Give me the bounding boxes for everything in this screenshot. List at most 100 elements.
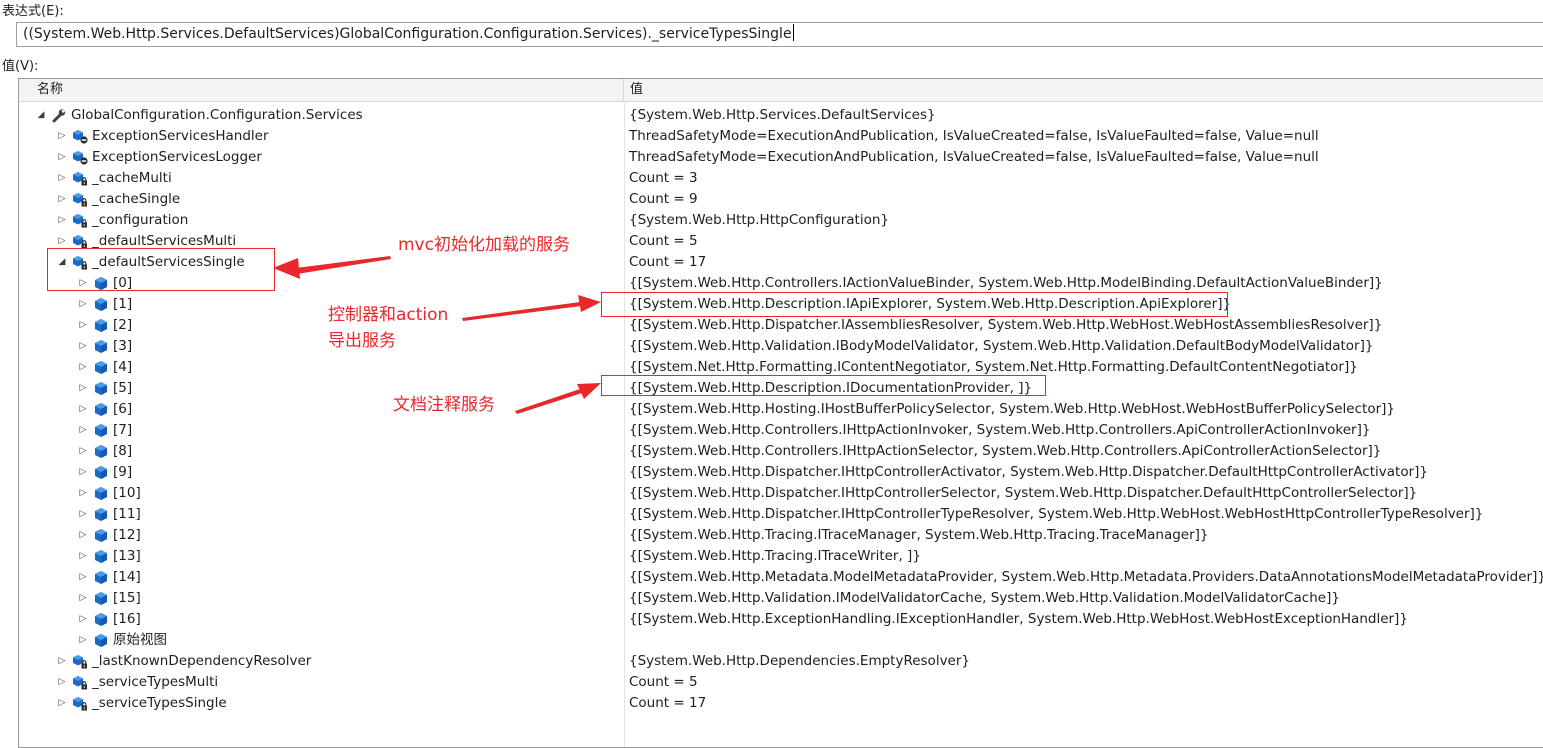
private-lock-field-icon	[72, 171, 88, 186]
tree-row[interactable]: ▷ ExceptionServicesHandler ThreadSafetyMod…	[19, 126, 1543, 147]
row-value: {[System.Web.Http.Validation.IModelValid…	[629, 590, 1340, 606]
object-icon	[93, 486, 109, 501]
expand-triangle-icon[interactable]: ▷	[77, 336, 89, 357]
annotation-box-api-explorer	[601, 292, 1228, 317]
collapse-triangle-icon[interactable]: ◢	[35, 105, 47, 126]
private-field-icon	[72, 150, 88, 165]
expand-triangle-icon[interactable]: ▷	[77, 609, 89, 630]
text-caret	[792, 24, 794, 41]
private-lock-field-icon	[72, 654, 88, 669]
private-lock-field-icon	[72, 696, 88, 711]
expand-triangle-icon[interactable]: ▷	[56, 168, 68, 189]
expand-triangle-icon[interactable]: ▷	[77, 378, 89, 399]
annotation-mvc-init: mvc初始化加载的服务	[398, 235, 570, 255]
expand-triangle-icon[interactable]: ▷	[56, 189, 68, 210]
row-name: _cacheMulti	[92, 170, 172, 186]
tree-row[interactable]: ▷ [16] {[System.Web.Http.ExceptionHandling…	[19, 609, 1543, 630]
row-name: [8]	[113, 443, 133, 459]
expand-triangle-icon[interactable]: ▷	[77, 588, 89, 609]
tree-row[interactable]: ▷ _configuration {System.Web.Http.HttpConf…	[19, 210, 1543, 231]
column-header-value[interactable]: 值	[624, 79, 1543, 101]
object-icon	[93, 465, 109, 480]
tree-row[interactable]: ▷ [14] {[System.Web.Http.Metadata.ModelMet…	[19, 567, 1543, 588]
expand-triangle-icon[interactable]: ▷	[56, 672, 68, 693]
expand-triangle-icon[interactable]: ▷	[77, 462, 89, 483]
row-name: _serviceTypesMulti	[92, 674, 219, 690]
object-icon	[93, 381, 109, 396]
annotation-box-default-services-single	[47, 248, 275, 291]
object-icon	[93, 297, 109, 312]
expand-triangle-icon[interactable]: ▷	[56, 693, 68, 714]
row-value: Count = 9	[629, 191, 698, 207]
row-name: [14]	[113, 569, 141, 585]
row-value: ThreadSafetyMode=ExecutionAndPublication…	[629, 128, 1319, 144]
tree-row[interactable]: ▷ [15] {[System.Web.Http.Validation.IModel…	[19, 588, 1543, 609]
expression-label: 表达式(E):	[2, 4, 64, 19]
expand-triangle-icon[interactable]: ▷	[56, 147, 68, 168]
row-value: Count = 17	[629, 695, 707, 711]
expand-triangle-icon[interactable]: ▷	[77, 525, 89, 546]
tree-row[interactable]: ▷ [7] {[System.Web.Http.Controllers.IHttpA…	[19, 420, 1543, 441]
row-value: ThreadSafetyMode=ExecutionAndPublication…	[629, 149, 1319, 165]
tree-row[interactable]: ▷ [6] {[System.Web.Http.Hosting.IHostBuffe…	[19, 399, 1543, 420]
annotation-box-documentation-provider	[601, 375, 1046, 396]
tree-row[interactable]: ▷ [8] {[System.Web.Http.Controllers.IHttpA…	[19, 441, 1543, 462]
expression-input[interactable]: ((System.Web.Http.Services.DefaultServic…	[16, 22, 1543, 47]
watch-grid[interactable]: 名称 值 ◢ GlobalConfiguration.Configuration.…	[18, 78, 1543, 748]
tree-row[interactable]: ▷ _cacheSingle Count = 9	[19, 189, 1543, 210]
expand-triangle-icon[interactable]: ▷	[77, 357, 89, 378]
expand-triangle-icon[interactable]: ▷	[77, 294, 89, 315]
expand-triangle-icon[interactable]: ▷	[77, 399, 89, 420]
row-value: {[System.Web.Http.Controllers.IActionVal…	[629, 275, 1383, 291]
expand-triangle-icon[interactable]: ▷	[77, 567, 89, 588]
tree-row[interactable]: ▷ 原始视图	[19, 630, 1543, 651]
row-value: {System.Web.Http.HttpConfiguration}	[629, 212, 889, 228]
row-value: {System.Web.Http.Services.DefaultService…	[629, 107, 936, 123]
object-icon	[93, 633, 109, 648]
tree-row[interactable]: ▷ [13] {[System.Web.Http.Tracing.ITraceWri…	[19, 546, 1543, 567]
expand-triangle-icon[interactable]: ▷	[56, 651, 68, 672]
tree-row[interactable]: ▷ [2] {[System.Web.Http.Dispatcher.IAssemb…	[19, 315, 1543, 336]
expand-triangle-icon[interactable]: ▷	[77, 630, 89, 651]
tree-row[interactable]: ◢ GlobalConfiguration.Configuration.Servi…	[19, 105, 1543, 126]
expand-triangle-icon[interactable]: ▷	[77, 315, 89, 336]
tree-row[interactable]: ▷ _serviceTypesSingle Count = 17	[19, 693, 1543, 714]
expand-triangle-icon[interactable]: ▷	[56, 210, 68, 231]
row-value: {System.Web.Http.Dependencies.EmptyResol…	[629, 653, 971, 669]
row-name: _configuration	[92, 212, 189, 228]
tree-row[interactable]: ▷ [9] {[System.Web.Http.Dispatcher.IHttpCo…	[19, 462, 1543, 483]
row-value: Count = 17	[629, 254, 707, 270]
row-name: GlobalConfiguration.Configuration.Servic…	[71, 107, 363, 123]
row-name: [15]	[113, 590, 141, 606]
annotation-doc-service: 文档注释服务	[393, 395, 495, 415]
object-icon	[93, 360, 109, 375]
private-lock-field-icon	[72, 213, 88, 228]
object-icon	[93, 507, 109, 522]
expand-triangle-icon[interactable]: ▷	[56, 126, 68, 147]
row-name: [3]	[113, 338, 133, 354]
expand-triangle-icon[interactable]: ▷	[77, 441, 89, 462]
row-value: {[System.Web.Http.Dispatcher.IAssemblies…	[629, 317, 1383, 333]
column-header-name[interactable]: 名称	[31, 79, 624, 101]
tree-row[interactable]: ▷ ExceptionServicesLogger ThreadSafetyMode…	[19, 147, 1543, 168]
row-value: {[System.Web.Http.Controllers.IHttpActio…	[629, 443, 1382, 459]
expand-triangle-icon[interactable]: ▷	[77, 504, 89, 525]
row-value: Count = 5	[629, 674, 698, 690]
expand-triangle-icon[interactable]: ▷	[77, 420, 89, 441]
tree-row[interactable]: ▷ [10] {[System.Web.Http.Dispatcher.IHttpC…	[19, 483, 1543, 504]
row-name: [10]	[113, 485, 141, 501]
expand-triangle-icon[interactable]: ▷	[77, 546, 89, 567]
tree-row[interactable]: ▷ _serviceTypesMulti Count = 5	[19, 672, 1543, 693]
object-icon	[93, 444, 109, 459]
value-label: 值(V):	[2, 59, 39, 74]
expand-triangle-icon[interactable]: ▷	[77, 483, 89, 504]
annotation-controller-line2: 导出服务	[328, 331, 396, 351]
tree-row[interactable]: ▷ _lastKnownDependencyResolver {System.Web…	[19, 651, 1543, 672]
row-name: [12]	[113, 527, 141, 543]
row-value: Count = 5	[629, 233, 698, 249]
row-name: [4]	[113, 359, 133, 375]
tree-row[interactable]: ▷ [11] {[System.Web.Http.Dispatcher.IHttpC…	[19, 504, 1543, 525]
tree-row[interactable]: ▷ [12] {[System.Web.Http.Tracing.ITraceMan…	[19, 525, 1543, 546]
tree-row[interactable]: ▷ _cacheMulti Count = 3	[19, 168, 1543, 189]
tree-row[interactable]: ▷ [3] {[System.Web.Http.Validation.IBodyMo…	[19, 336, 1543, 357]
